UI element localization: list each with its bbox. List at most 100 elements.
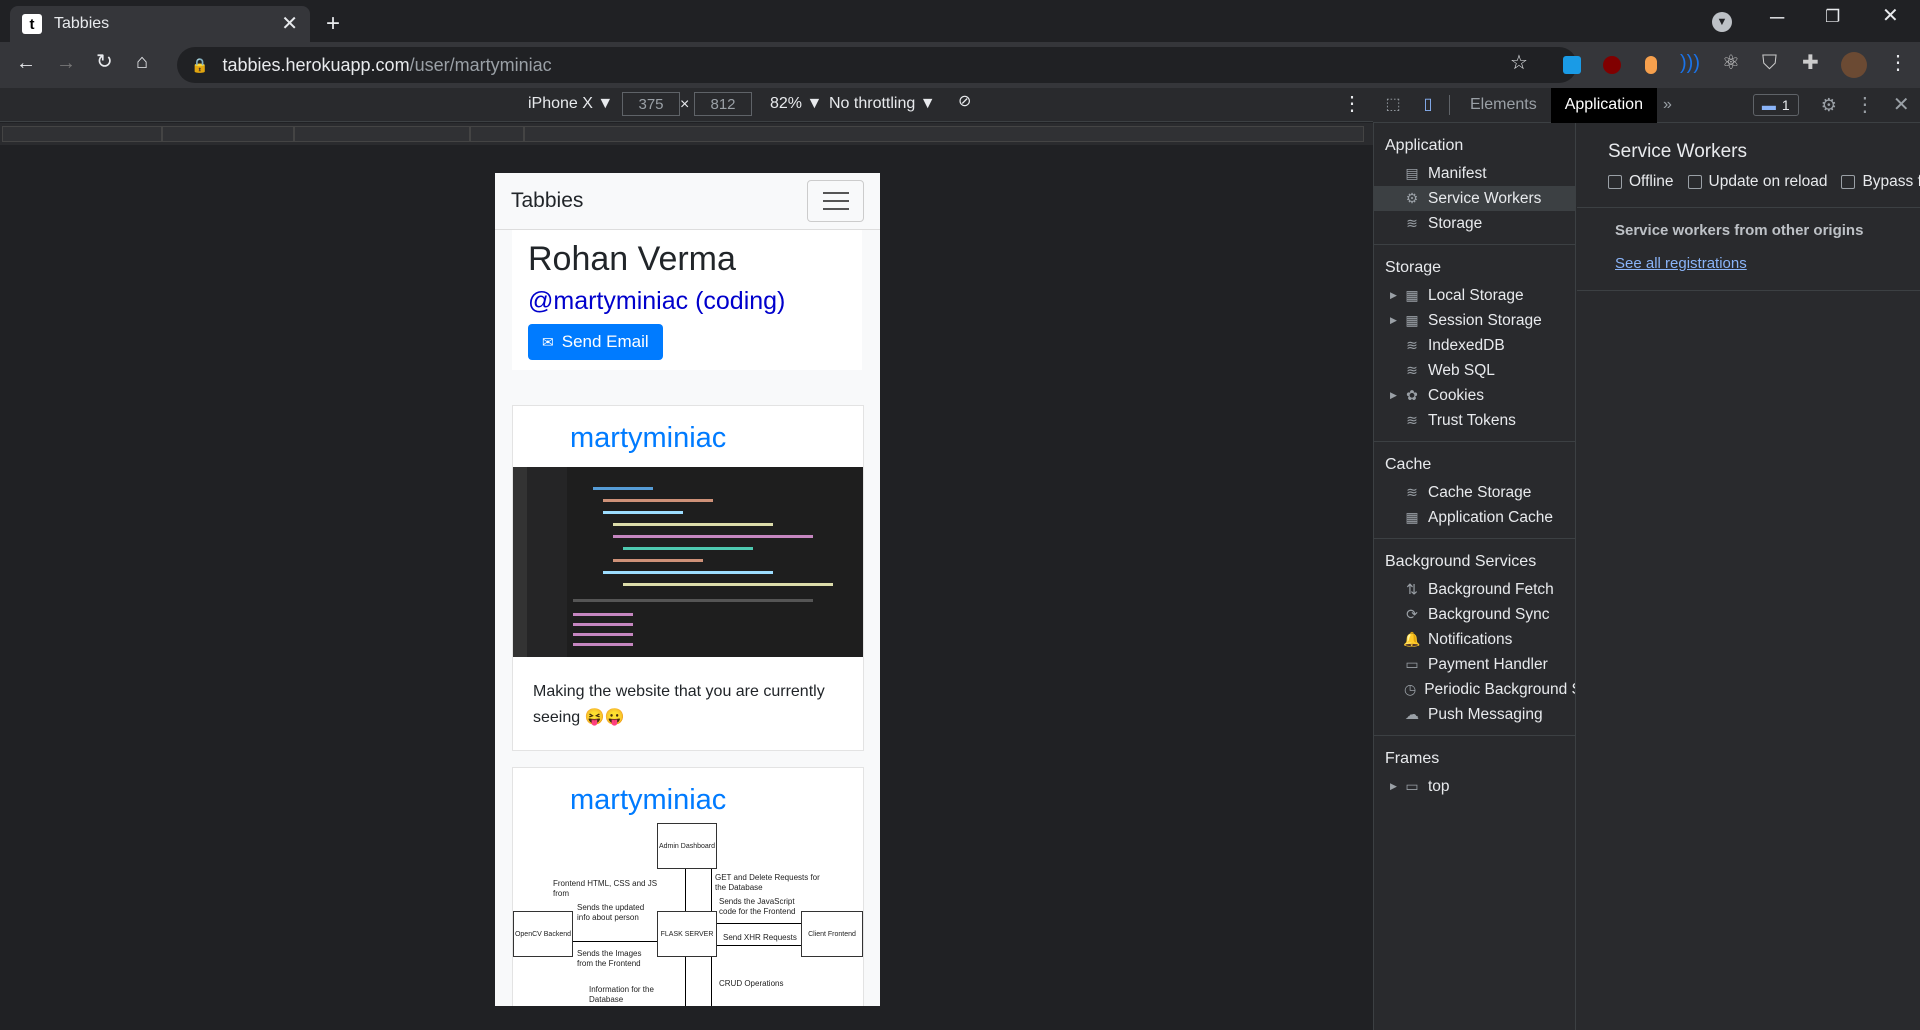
extension-icon[interactable] [1563,56,1581,74]
shield-extension-icon[interactable]: ⛉ [1762,53,1777,73]
close-devtools-icon[interactable]: ✕ [1893,95,1910,115]
back-icon[interactable]: ← [16,53,36,73]
database-icon: ≋ [1406,412,1418,428]
issues-count: 1 [1781,97,1790,113]
sidebar-item-service-workers[interactable]: ⚙ Service Workers [1374,186,1575,211]
post-card: martyminiac Making the website that you … [512,405,864,751]
close-tab-icon[interactable]: ✕ [281,14,298,34]
post-image-code-screenshot[interactable] [513,467,863,657]
forward-icon[interactable]: → [56,53,76,73]
credit-card-icon: ▭ [1405,656,1419,672]
expand-triangle-icon[interactable]: ▶ [1390,781,1397,792]
tab-search-icon[interactable]: ▼ [1712,12,1732,32]
diagram-label: Sends the updated info about person [577,903,645,922]
send-email-button[interactable]: ✉ Send Email [528,324,663,360]
database-icon: ≋ [1406,337,1418,353]
wifi-extension-icon[interactable]: ))) [1680,53,1700,73]
chrome-menu-icon[interactable]: ⋮ [1888,53,1908,73]
device-select[interactable]: iPhone X ▼ [528,95,613,113]
sidebar-item-label: IndexedDB [1428,336,1505,354]
file-icon: ▤ [1405,165,1419,181]
sidebar-item-notifications[interactable]: 🔔 Notifications [1374,627,1575,652]
sidebar-item-push-messaging[interactable]: ☁ Push Messaging [1374,702,1575,727]
frame-icon: ▭ [1405,778,1419,794]
application-sidebar: Application ▤ Manifest ⚙ Service Workers ≋… [1374,123,1576,1030]
update-on-reload-checkbox[interactable]: Update on reload [1687,173,1827,191]
bypass-network-checkbox[interactable]: Bypass fo [1841,173,1920,191]
site-brand[interactable]: Tabbies [511,189,583,213]
database-icon: ≋ [1406,215,1418,231]
see-all-registrations-link[interactable]: See all registrations [1615,255,1920,272]
service-workers-pane: Service Workers Offline Update on reload… [1577,123,1920,1030]
offline-checkbox[interactable]: Offline [1608,173,1674,191]
sidebar-item-label: Application Cache [1428,508,1553,526]
inspect-element-icon[interactable]: ⬚ [1373,97,1413,113]
restore-icon[interactable]: ❐ [1825,8,1840,25]
sidebar-item-periodic-background-sync[interactable]: ◷ Periodic Background S [1374,677,1575,702]
diagram-admin-box: Admin Dashboard [657,823,717,869]
device-more-icon[interactable]: ⋮ [1342,94,1362,114]
section-frames: Frames [1385,750,1440,767]
diagram-label: CRUD Operations [719,979,784,988]
home-icon[interactable]: ⌂ [136,52,148,72]
expand-triangle-icon[interactable]: ▶ [1390,315,1397,326]
sidebar-item-cache-storage[interactable]: ≋ Cache Storage [1374,480,1575,505]
sidebar-item-web-sql[interactable]: ≋ Web SQL [1374,358,1575,383]
sidebar-item-background-fetch[interactable]: ⇅ Background Fetch [1374,577,1575,602]
sidebar-item-frame-top[interactable]: ▶ ▭ top [1374,774,1575,799]
section-cache: Cache [1385,456,1432,473]
devtools-menu-icon[interactable]: ⋮ [1855,95,1875,115]
close-window-icon[interactable]: ✕ [1882,6,1899,26]
rotate-icon[interactable]: ⊘ [958,94,971,110]
sidebar-item-trust-tokens[interactable]: ≋ Trust Tokens [1374,408,1575,433]
favicon-icon: t [22,14,42,34]
expand-triangle-icon[interactable]: ▶ [1390,390,1397,401]
bookmark-star-icon[interactable]: ☆ [1510,53,1528,73]
sidebar-item-payment-handler[interactable]: ▭ Payment Handler [1374,652,1575,677]
minimize-icon[interactable]: ─ [1770,8,1784,28]
cloud-icon: ☁ [1405,706,1419,722]
sidebar-item-local-storage[interactable]: ▶ ▦ Local Storage [1374,283,1575,308]
settings-gear-icon[interactable]: ⚙ [1821,96,1837,114]
table-icon: ▦ [1405,312,1419,328]
diagram-label: Frontend HTML, CSS and JS from [553,879,658,898]
tab-elements[interactable]: Elements [1456,88,1551,123]
more-tabs-icon[interactable]: » [1657,88,1678,123]
diagram-label: Information for the Database [589,985,654,1004]
viewport-height-input[interactable]: 812 [694,92,752,116]
profile-avatar[interactable] [1841,52,1867,78]
ublock-icon[interactable] [1603,56,1621,74]
post-image-architecture-diagram[interactable]: Admin Dashboard FLASK SERVER OpenCV Back… [513,823,863,1006]
expand-triangle-icon[interactable]: ▶ [1390,290,1397,301]
zoom-select[interactable]: 82% ▼ [770,95,822,113]
sidebar-item-label: Web SQL [1428,361,1495,379]
react-devtools-icon[interactable]: ⚛ [1722,53,1740,73]
send-email-label: Send Email [561,332,649,351]
hamburger-menu-button[interactable] [807,180,864,222]
post-username[interactable]: martyminiac [513,406,863,467]
sidebar-item-manifest[interactable]: ▤ Manifest [1374,161,1575,186]
issues-counter[interactable]: ▬ 1 [1752,94,1799,116]
throttling-select[interactable]: No throttling ▼ [829,95,936,113]
address-bar[interactable]: 🔒 tabbies.herokuapp.com/user/martyminiac [177,47,1577,83]
device-toggle-icon[interactable]: ▯ [1413,97,1443,113]
sidebar-item-label: Cookies [1428,386,1484,404]
viewport-width-input[interactable]: 375 [622,92,680,116]
sidebar-item-session-storage[interactable]: ▶ ▦ Session Storage [1374,308,1575,333]
browser-tab[interactable]: t Tabbies ✕ [10,6,310,42]
sidebar-item-indexeddb[interactable]: ≋ IndexedDB [1374,333,1575,358]
sidebar-item-label: Background Fetch [1428,580,1554,598]
tab-title: Tabbies [54,15,110,32]
reload-icon[interactable]: ↻ [96,52,113,72]
sidebar-item-storage[interactable]: ≋ Storage [1374,211,1575,236]
sidebar-item-cookies[interactable]: ▶ ✿ Cookies [1374,383,1575,408]
profile-card: Rohan Verma @martyminiac (coding) ✉ Send… [512,230,862,370]
extension-icon-2[interactable] [1645,56,1657,74]
sidebar-item-application-cache[interactable]: ▦ Application Cache [1374,505,1575,530]
diagram-label: Sends the JavaScript code for the Fronte… [719,897,796,916]
post-username[interactable]: martyminiac [513,768,863,823]
new-tab-icon[interactable]: + [326,12,340,36]
tab-application[interactable]: Application [1550,87,1657,123]
sidebar-item-background-sync[interactable]: ⟳ Background Sync [1374,602,1575,627]
extensions-puzzle-icon[interactable]: ✚ [1802,53,1819,73]
